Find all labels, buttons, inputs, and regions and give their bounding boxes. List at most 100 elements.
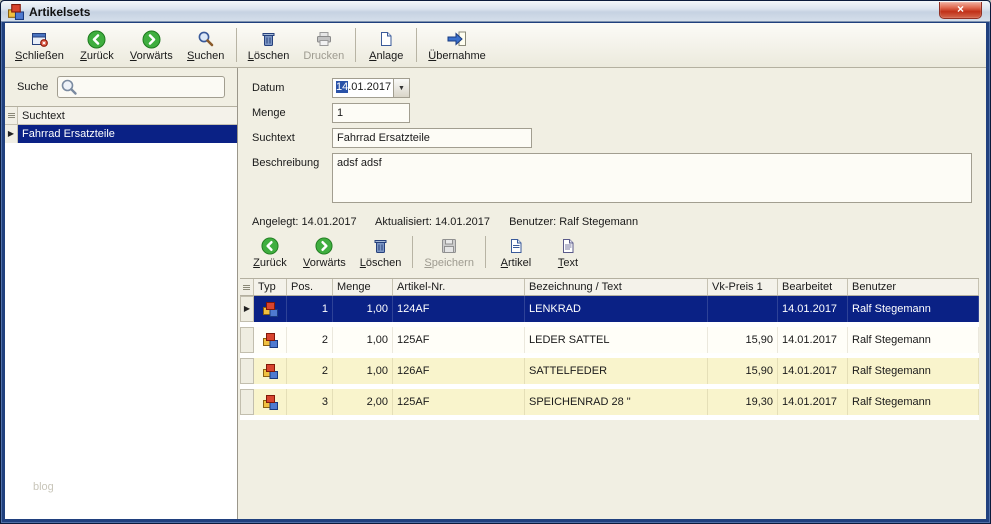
datum-label: Datum	[252, 82, 285, 94]
column-header-vk-preis[interactable]: Vk-Preis 1	[708, 279, 778, 295]
title-bar: Artikelsets	[1, 1, 990, 22]
transfer-icon	[447, 29, 467, 49]
save-icon	[441, 236, 457, 256]
cell-pos: 3	[287, 389, 333, 415]
column-header-menge[interactable]: Menge	[333, 279, 393, 295]
cell-menge: 2,00	[333, 389, 393, 415]
column-header-artikel-nr[interactable]: Artikel-Nr.	[393, 279, 525, 295]
forward-icon	[142, 29, 161, 49]
suchen-button[interactable]: Suchen	[180, 24, 232, 66]
cell-bezeichnung: LENKRAD	[525, 296, 708, 322]
row-marker	[240, 389, 254, 415]
record-status: Angelegt: 14.01.2017 Aktualisiert: 14.01…	[252, 216, 972, 228]
cell-menge: 1,00	[333, 327, 393, 353]
toolbar-separator	[416, 28, 418, 62]
search-row: Suche	[5, 68, 237, 106]
article-type-icon	[254, 327, 287, 353]
vorwaerts-button[interactable]: Vorwärts	[123, 24, 180, 66]
close-window-icon	[31, 29, 48, 49]
cell-bezeichnung: SPEICHENRAD 28 "	[525, 389, 708, 415]
detail-form: Datum 14.01.2017 ▼ Menge Suchtext	[238, 68, 986, 208]
row-marker	[240, 327, 254, 353]
anlage-button[interactable]: Anlage	[360, 24, 412, 66]
column-header-benutzer[interactable]: Benutzer	[848, 279, 979, 295]
row-marker: ▶	[5, 125, 18, 143]
text-icon	[560, 236, 576, 256]
cell-vk-preis: 15,90	[708, 327, 778, 353]
table-row[interactable]: 2 1,00 126AF SATTELFEDER 15,90 14.01.201…	[240, 358, 979, 389]
back-icon	[261, 236, 279, 256]
cell-bearbeitet: 14.01.2017	[778, 296, 848, 322]
grid-corner-icon	[240, 279, 254, 295]
status-aktualisiert: Aktualisiert: 14.01.2017	[375, 216, 491, 228]
cell-pos: 2	[287, 327, 333, 353]
toolbar-separator	[412, 236, 414, 268]
trash-icon	[260, 29, 277, 49]
app-icon	[8, 4, 24, 20]
beschreibung-input[interactable]: adsf adsf	[332, 153, 972, 203]
loeschen-button[interactable]: Löschen	[241, 24, 297, 66]
detail-loeschen-button[interactable]: Löschen	[353, 232, 409, 272]
article-type-icon	[254, 296, 287, 322]
list-corner-icon	[5, 107, 18, 124]
speichern-button: Speichern	[417, 232, 481, 272]
row-marker	[240, 358, 254, 384]
window-title: Artikelsets	[29, 5, 91, 19]
datum-dropdown-button[interactable]: ▼	[393, 79, 409, 97]
column-header-bearbeitet[interactable]: Bearbeitet	[778, 279, 848, 295]
datum-value: 14.01.2017	[336, 81, 392, 93]
grid-header: Typ Pos. Menge Artikel-Nr. Bezeichnung /…	[240, 278, 979, 296]
new-document-icon	[378, 29, 394, 49]
trash-icon	[372, 236, 389, 256]
zurueck-button[interactable]: Zurück	[71, 24, 123, 66]
artikel-button[interactable]: Artikel	[490, 232, 542, 272]
close-button[interactable]: ×	[939, 2, 982, 19]
table-row[interactable]: ▶ 1 1,00 124AF LENKRAD 14.01.2017 Ralf S…	[240, 296, 979, 327]
cell-bearbeitet: 14.01.2017	[778, 358, 848, 384]
printer-icon	[315, 29, 333, 49]
table-row[interactable]: 3 2,00 125AF SPEICHENRAD 28 " 19,30 14.0…	[240, 389, 979, 420]
column-header-pos[interactable]: Pos.	[287, 279, 333, 295]
search-results-list: Suchtext ▶ Fahrrad Ersatzteile blog	[5, 106, 237, 519]
watermark-text: blog	[33, 481, 54, 493]
table-row[interactable]: 2 1,00 125AF LEDER SATTEL 15,90 14.01.20…	[240, 327, 979, 358]
search-icon	[197, 29, 215, 49]
schliessen-button[interactable]: Schließen	[8, 24, 71, 66]
column-header-bezeichnung[interactable]: Bezeichnung / Text	[525, 279, 708, 295]
cell-benutzer: Ralf Stegemann	[848, 296, 979, 322]
detail-toolbar: Zurück Vorwärts Löschen Speichern Artike…	[244, 232, 986, 272]
cell-menge: 1,00	[333, 296, 393, 322]
cell-vk-preis	[708, 296, 778, 322]
detail-vorwaerts-button[interactable]: Vorwärts	[296, 232, 353, 272]
cell-menge: 1,00	[333, 358, 393, 384]
search-input[interactable]	[57, 76, 225, 98]
main-panel: Datum 14.01.2017 ▼ Menge Suchtext	[238, 68, 986, 519]
list-header-label: Suchtext	[22, 109, 65, 122]
beschreibung-label: Beschreibung	[252, 157, 320, 169]
menge-input[interactable]	[332, 103, 410, 123]
cell-vk-preis: 19,30	[708, 389, 778, 415]
app-window: Artikelsets × Schließen Zurück Vorwärts …	[0, 0, 991, 524]
detail-zurueck-button[interactable]: Zurück	[244, 232, 296, 272]
cell-benutzer: Ralf Stegemann	[848, 327, 979, 353]
text-button[interactable]: Text	[542, 232, 594, 272]
status-angelegt: Angelegt: 14.01.2017	[252, 216, 357, 228]
forward-icon	[315, 236, 333, 256]
cell-bearbeitet: 14.01.2017	[778, 327, 848, 353]
list-item-label: Fahrrad Ersatzteile	[18, 125, 237, 143]
list-header[interactable]: Suchtext	[5, 107, 237, 125]
suchtext-label: Suchtext	[252, 132, 295, 144]
uebernahme-button[interactable]: Übernahme	[421, 24, 493, 66]
article-type-icon	[254, 358, 287, 384]
row-marker: ▶	[240, 296, 254, 322]
article-icon	[508, 236, 524, 256]
cell-bearbeitet: 14.01.2017	[778, 389, 848, 415]
datum-input[interactable]: 14.01.2017 ▼	[332, 78, 410, 98]
suchtext-input[interactable]	[332, 128, 532, 148]
search-label: Suche	[17, 81, 49, 93]
menge-label: Menge	[252, 107, 286, 119]
client-area: Schließen Zurück Vorwärts Suchen Löschen	[5, 23, 986, 519]
column-header-typ[interactable]: Typ	[254, 279, 287, 295]
main-toolbar: Schließen Zurück Vorwärts Suchen Löschen	[5, 23, 986, 68]
list-item[interactable]: ▶ Fahrrad Ersatzteile	[5, 125, 237, 143]
